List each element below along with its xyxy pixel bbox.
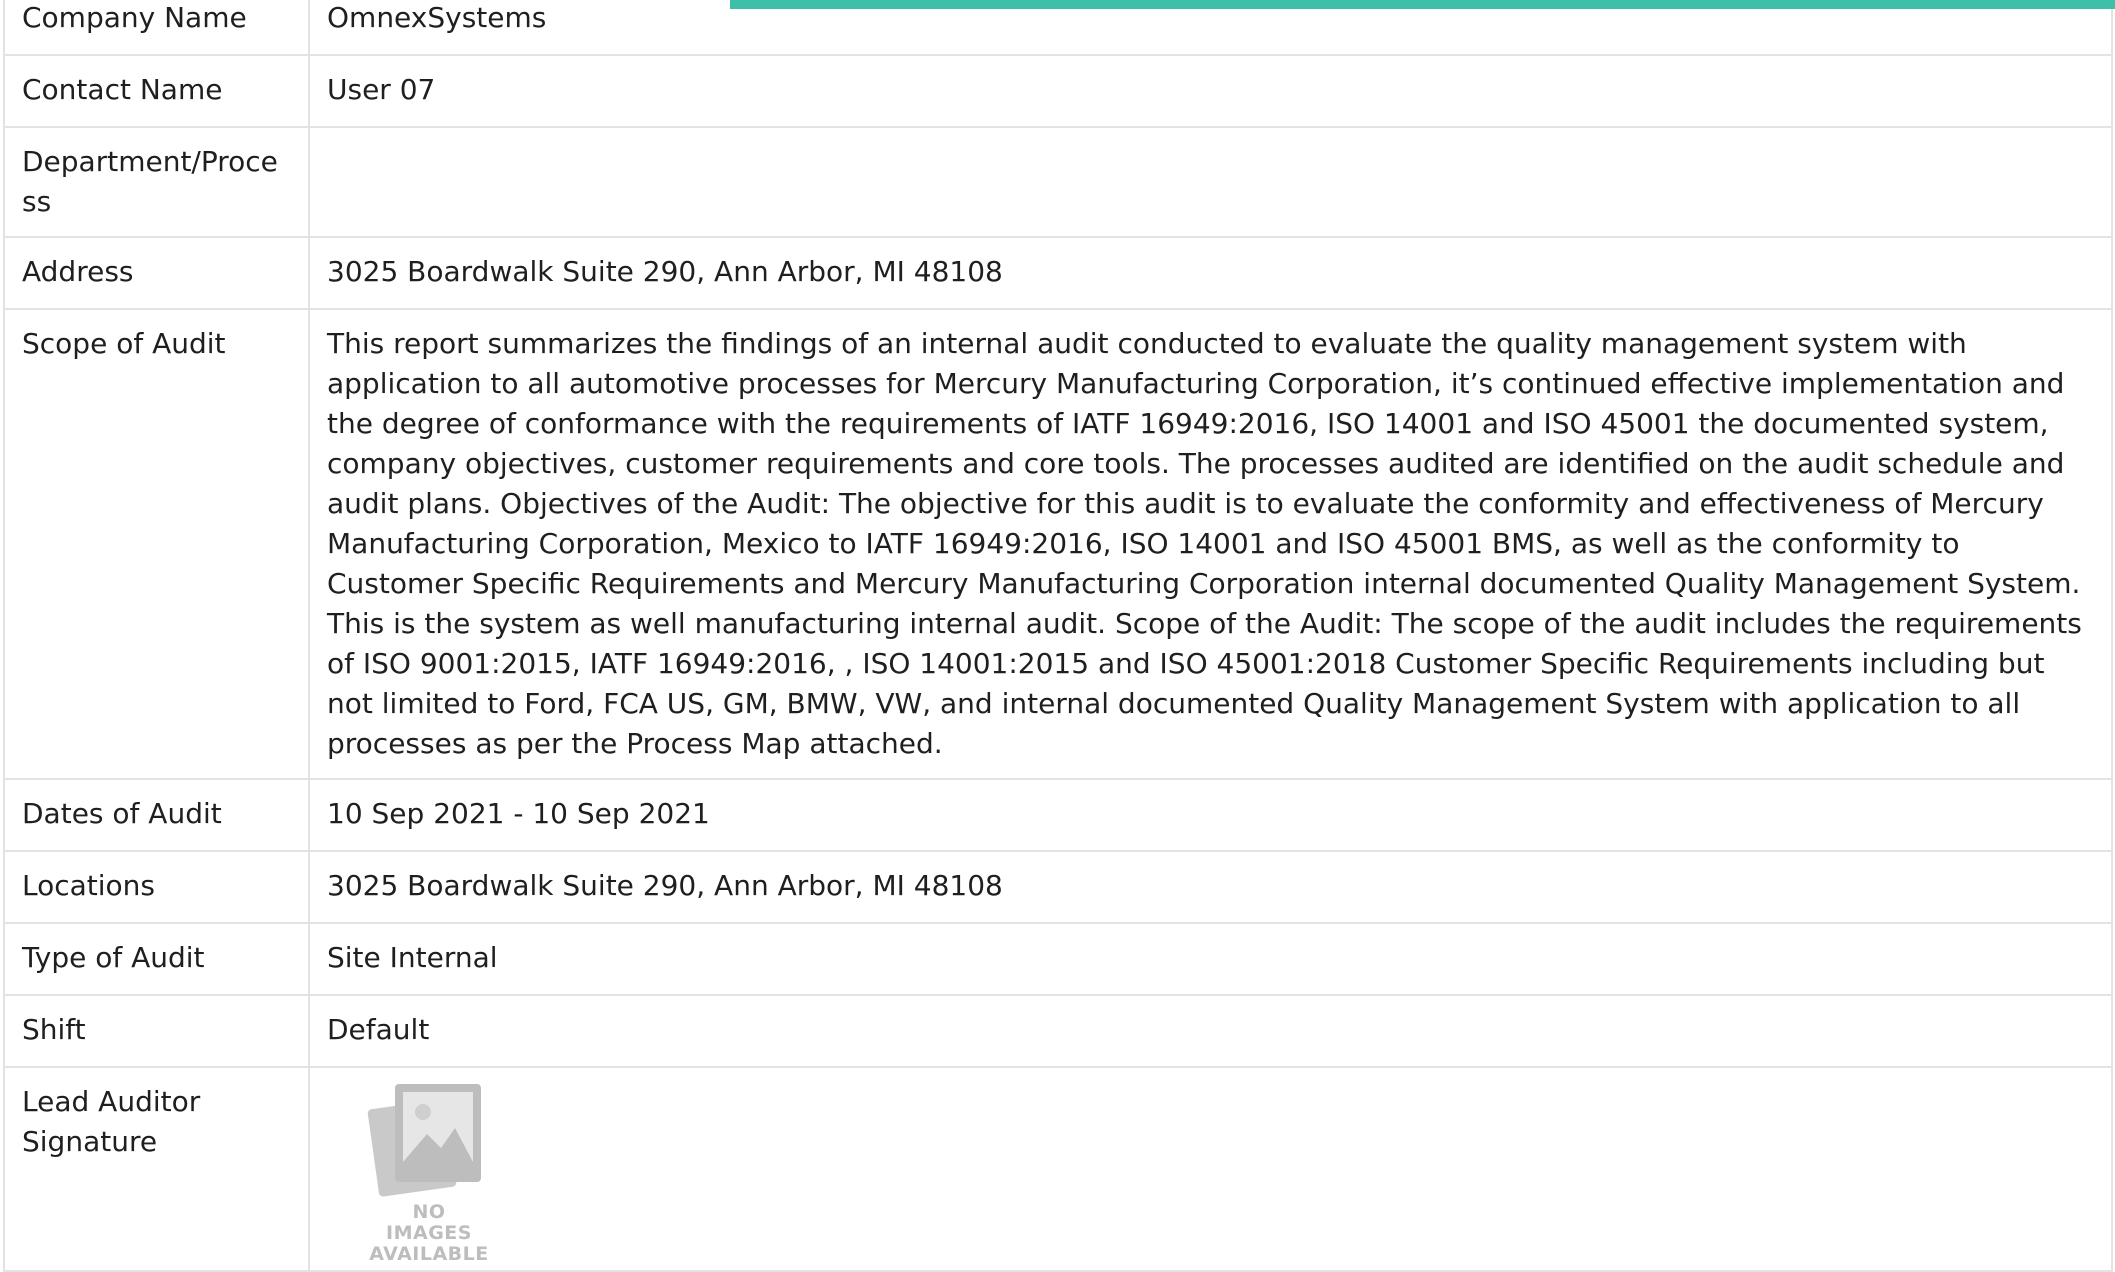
row-value: 10 Sep 2021 - 10 Sep 2021 bbox=[308, 778, 2113, 852]
row-value: Site Internal bbox=[308, 922, 2113, 996]
row-label: Address bbox=[3, 236, 310, 310]
row-value bbox=[308, 126, 2113, 238]
row-label: Lead Auditor Signature bbox=[3, 1066, 310, 1272]
progress-bar bbox=[0, 0, 2115, 9]
row-label: Contact Name bbox=[3, 54, 310, 128]
row-value: 3025 Boardwalk Suite 290, Ann Arbor, MI … bbox=[308, 236, 2113, 310]
no-image-text-line2: AVAILABLE bbox=[369, 1243, 489, 1265]
table-row-scope-of-audit: Scope of Audit This report summarizes th… bbox=[3, 308, 2113, 780]
table-row-address: Address 3025 Boardwalk Suite 290, Ann Ar… bbox=[3, 236, 2113, 310]
table-row-contact-name: Contact Name User 07 bbox=[3, 54, 2113, 128]
table-row-locations: Locations 3025 Boardwalk Suite 290, Ann … bbox=[3, 850, 2113, 924]
table-row-dates-of-audit: Dates of Audit 10 Sep 2021 - 10 Sep 2021 bbox=[3, 778, 2113, 852]
audit-report-table: Company Name OmnexSystems Contact Name U… bbox=[3, 0, 2113, 1272]
row-label: Department/Process bbox=[3, 126, 310, 238]
progress-bar-fill bbox=[729, 0, 2115, 9]
row-value: This report summarizes the findings of a… bbox=[308, 308, 2113, 780]
table-row-department: Department/Process bbox=[3, 126, 2113, 238]
row-value: 3025 Boardwalk Suite 290, Ann Arbor, MI … bbox=[308, 850, 2113, 924]
row-label: Dates of Audit bbox=[3, 778, 310, 852]
row-label: Shift bbox=[3, 994, 310, 1068]
table-row-lead-auditor-signature: Lead Auditor Signature NO IMAGES AVAILAB… bbox=[3, 1066, 2113, 1272]
no-image-icon bbox=[367, 1084, 481, 1197]
row-label: Scope of Audit bbox=[3, 308, 310, 780]
row-value: User 07 bbox=[308, 54, 2113, 128]
signature-image-placeholder: NO IMAGES AVAILABLE bbox=[367, 1082, 491, 1265]
table-row-shift: Shift Default bbox=[3, 994, 2113, 1068]
row-label: Type of Audit bbox=[3, 922, 310, 996]
no-image-text-line1: NO IMAGES bbox=[386, 1201, 472, 1244]
signature-cell: NO IMAGES AVAILABLE bbox=[308, 1066, 2113, 1272]
row-label: Locations bbox=[3, 850, 310, 924]
table-row-type-of-audit: Type of Audit Site Internal bbox=[3, 922, 2113, 996]
row-value: Default bbox=[308, 994, 2113, 1068]
